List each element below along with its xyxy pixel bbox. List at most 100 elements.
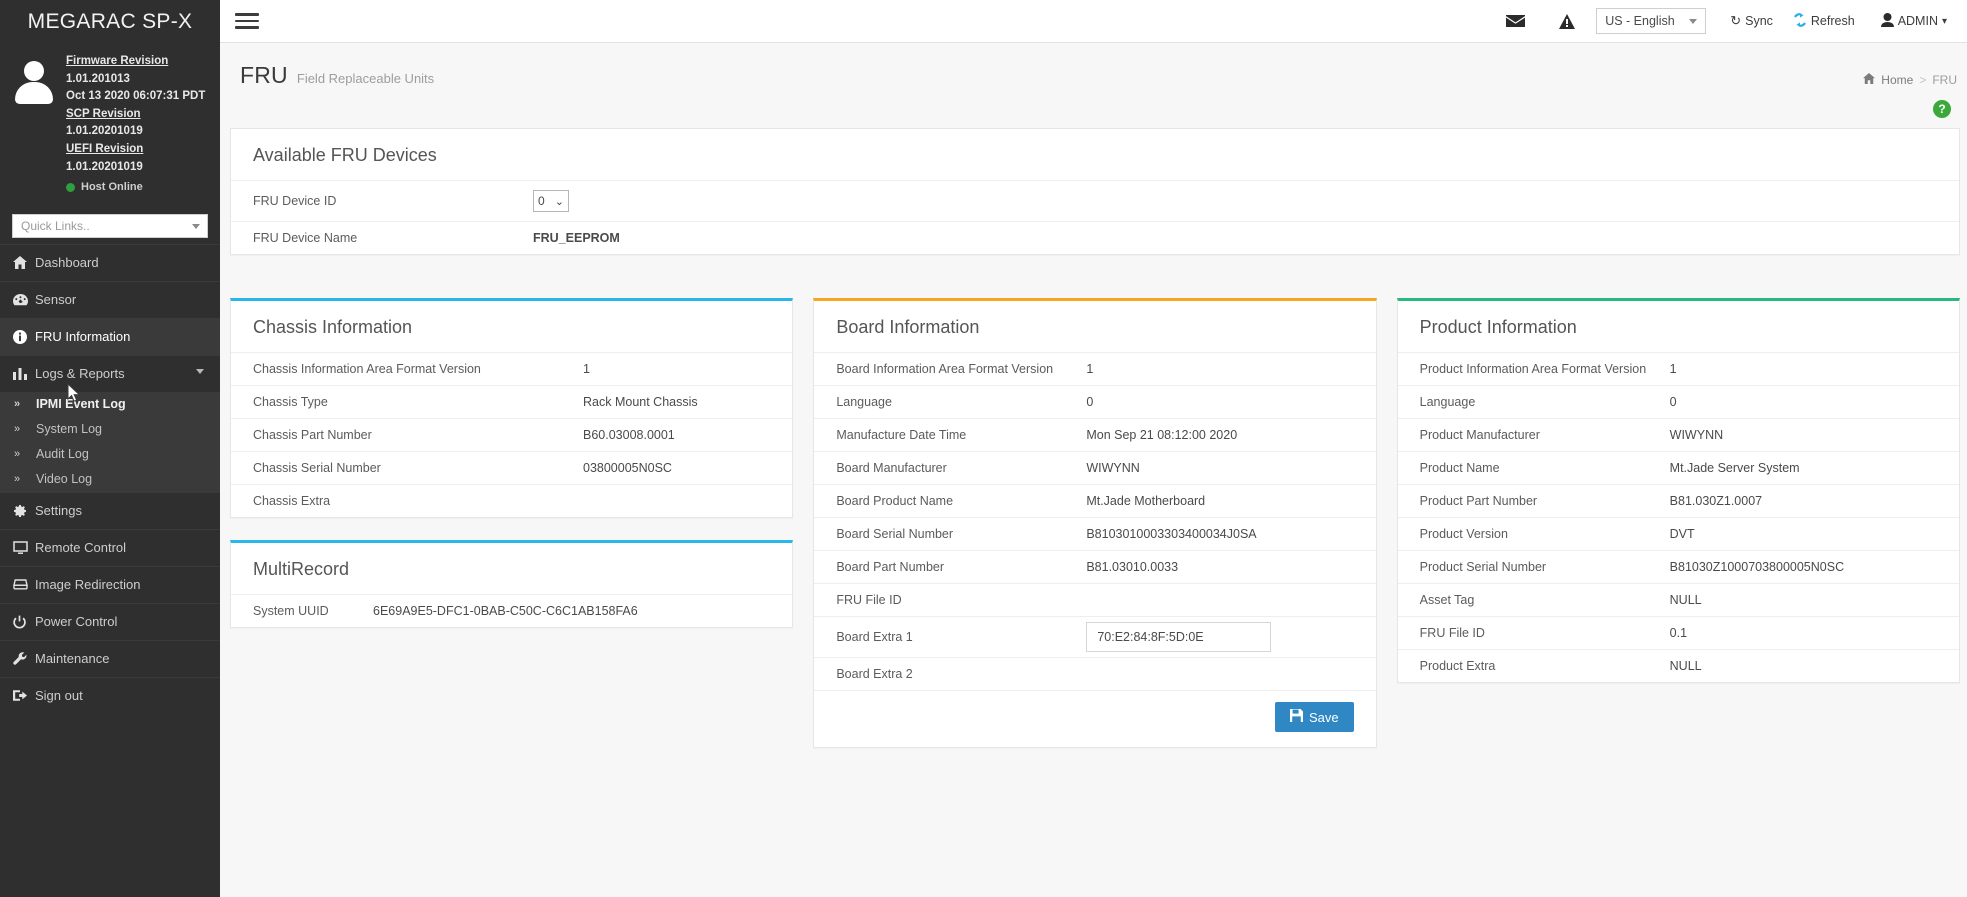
- refresh-label: Refresh: [1810, 14, 1855, 28]
- table-row: Product Name Mt.Jade Server System: [1397, 451, 1959, 484]
- sidebar-item-label: Remote Control: [35, 540, 127, 556]
- column-product: Product Information Product Information …: [1396, 298, 1960, 748]
- board-extra-1-row: Board Extra 1: [814, 616, 1376, 657]
- sidebar-subitem-audit-log[interactable]: » Audit Log: [0, 442, 220, 467]
- uefi-revision-value: 1.01.20201019: [66, 160, 143, 173]
- info-icon: [13, 329, 35, 344]
- sidebar-item-power-control[interactable]: Power Control: [0, 602, 220, 640]
- card-title: Available FRU Devices: [253, 145, 437, 165]
- fru-device-id-value: 0: [538, 194, 545, 208]
- table-row: Board Manufacturer WIWYNN: [814, 451, 1376, 484]
- table-row: Chassis Serial Number 03800005N0SC: [231, 451, 793, 484]
- row-key: FRU Device Name: [253, 231, 358, 245]
- row-key: Product Extra: [1419, 659, 1496, 673]
- firmware-build-date: Oct 13 2020 06:07:31 PDT: [66, 90, 206, 103]
- sync-label: Sync: [1745, 14, 1773, 28]
- warning-icon[interactable]: [1559, 13, 1576, 29]
- row-key: Board Product Name: [836, 494, 954, 508]
- language-select[interactable]: US - English: [1596, 8, 1707, 34]
- row-value: 03800005N0SC: [583, 461, 672, 475]
- page-title: FRU: [240, 62, 288, 88]
- sidebar-subitem-ipmi-event-log[interactable]: » IPMI Event Log: [0, 392, 220, 417]
- chevron-right-icon: »: [14, 448, 21, 461]
- card-title: Product Information: [1419, 317, 1577, 337]
- row-key: Product Name: [1419, 461, 1500, 475]
- chart-bar-icon: [13, 367, 35, 381]
- firmware-info-block: Firmware Revision 1.01.201013 Oct 13 202…: [0, 43, 220, 206]
- sidebar-subitem-system-log[interactable]: » System Log: [0, 417, 220, 442]
- sidebar-subitem-video-log[interactable]: » Video Log: [0, 467, 220, 492]
- sidebar-item-label: Dashboard: [35, 255, 99, 271]
- row-key: FRU Device ID: [253, 194, 337, 208]
- user-name: ADMIN: [1897, 14, 1938, 28]
- chevron-down-icon: [196, 368, 204, 374]
- breadcrumb-home[interactable]: Home: [1881, 73, 1913, 87]
- sidebar-item-sensor[interactable]: Sensor: [0, 280, 220, 318]
- user-menu[interactable]: ADMIN ▾: [1880, 12, 1947, 30]
- sidebar-item-remote-control[interactable]: Remote Control: [0, 528, 220, 566]
- table-row: FRU File ID 0.1: [1397, 616, 1959, 649]
- hamburger-menu-icon[interactable]: [230, 4, 264, 38]
- power-icon: [13, 615, 35, 629]
- row-value: NULL: [1669, 593, 1702, 607]
- table-row: Language 0: [814, 385, 1376, 418]
- row-key: Board Extra 1: [836, 630, 913, 644]
- table-row: Chassis Type Rack Mount Chassis: [231, 385, 793, 418]
- sidebar-item-logs-and-reports[interactable]: Logs & Reports: [0, 354, 220, 392]
- fru-device-name-row: FRU Device Name FRU_EEPROM: [231, 221, 1959, 254]
- board-extra-1-input[interactable]: [1086, 622, 1272, 652]
- row-value: B81.03010.0033: [1086, 560, 1179, 574]
- table-row: Board Product Name Mt.Jade Motherboard: [814, 484, 1376, 517]
- sidebar-subitem-label: IPMI Event Log: [36, 397, 126, 412]
- breadcrumb-current: FRU: [1932, 73, 1957, 87]
- breadcrumb-separator: >: [1919, 73, 1927, 87]
- sidebar-item-settings[interactable]: Settings: [0, 491, 220, 529]
- row-value: FRU_EEPROM: [533, 231, 620, 245]
- row-key: Manufacture Date Time: [836, 428, 967, 442]
- row-key: Product Version: [1419, 527, 1508, 541]
- row-value: 0: [1669, 395, 1677, 409]
- refresh-button[interactable]: Refresh: [1793, 12, 1855, 30]
- table-row: Manufacture Date Time Mon Sep 21 08:12:0…: [814, 418, 1376, 451]
- card-title: Chassis Information: [253, 317, 413, 337]
- quick-links-select[interactable]: Quick Links..: [12, 213, 208, 238]
- sidebar-item-label: Image Redirection: [35, 577, 141, 593]
- save-button[interactable]: Save: [1275, 702, 1354, 732]
- table-row: Chassis Information Area Format Version …: [231, 352, 793, 385]
- page-subtitle: Field Replaceable Units: [296, 71, 435, 86]
- fru-device-id-select[interactable]: 0 ⌄: [533, 190, 569, 212]
- table-row: Product Information Area Format Version …: [1397, 352, 1959, 385]
- uefi-revision-label: UEFI Revision: [66, 142, 144, 155]
- sidebar-item-image-redirection[interactable]: Image Redirection: [0, 565, 220, 603]
- row-value: B8103010003303400034J0SA: [1086, 527, 1257, 541]
- row-value: B60.03008.0001: [583, 428, 675, 442]
- gear-icon: [13, 504, 35, 518]
- sidebar-item-dashboard[interactable]: Dashboard: [0, 243, 220, 281]
- row-value: Mon Sep 21 08:12:00 2020: [1086, 428, 1238, 442]
- row-value: 0: [1086, 395, 1094, 409]
- row-value: 6E69A9E5-DFC1-0BAB-C50C-C6C1AB158FA6: [373, 604, 638, 618]
- row-key: Asset Tag: [1419, 593, 1475, 607]
- row-key: Product Part Number: [1419, 494, 1538, 508]
- top-bar: US - English ↻ Sync Refresh ADMIN ▾: [220, 0, 1967, 43]
- product-information-card: Product Information Product Information …: [1396, 298, 1960, 683]
- sidebar-item-sign-out[interactable]: Sign out: [0, 676, 220, 714]
- sync-button[interactable]: ↻ Sync: [1730, 13, 1773, 29]
- card-title: Board Information: [836, 317, 980, 337]
- board-information-card: Board Information Board Information Area…: [813, 298, 1377, 748]
- sidebar-item-maintenance[interactable]: Maintenance: [0, 639, 220, 677]
- help-icon[interactable]: ?: [1933, 100, 1951, 118]
- row-value: WIWYNN: [1669, 428, 1724, 442]
- envelope-icon[interactable]: [1506, 14, 1526, 28]
- multirecord-card: MultiRecord System UUID 6E69A9E5-DFC1-0B…: [230, 540, 794, 628]
- table-row: System UUID 6E69A9E5-DFC1-0BAB-C50C-C6C1…: [231, 594, 793, 627]
- row-key: Product Information Area Format Version: [1419, 362, 1647, 376]
- chevron-down-icon: ▾: [1941, 15, 1947, 27]
- row-key: Chassis Serial Number: [253, 461, 381, 475]
- sidebar-subitem-label: Audit Log: [36, 447, 89, 462]
- sidebar-item-fru-information[interactable]: FRU Information: [0, 317, 220, 355]
- column-board: Board Information Board Information Area…: [813, 298, 1377, 748]
- row-value: 1: [1086, 362, 1094, 376]
- row-value: DVT: [1669, 527, 1695, 541]
- logs-submenu: » IPMI Event Log » System Log » Audit Lo…: [0, 391, 220, 492]
